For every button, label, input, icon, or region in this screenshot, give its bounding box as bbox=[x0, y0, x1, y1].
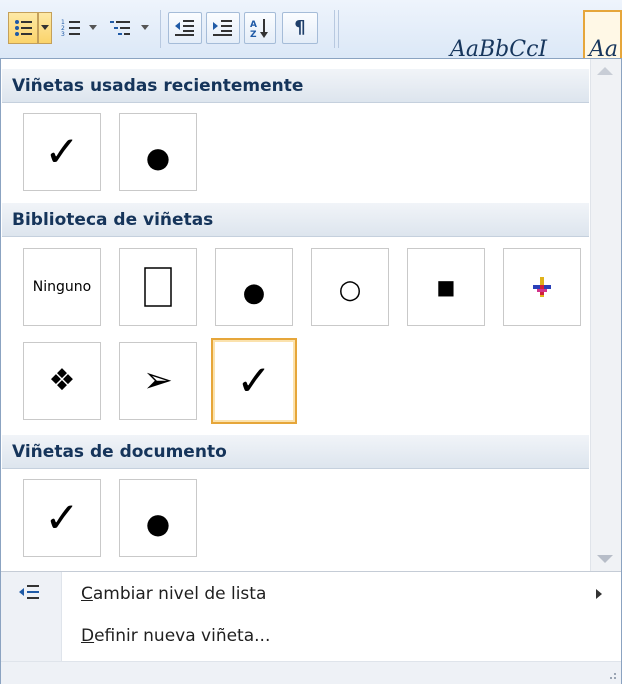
sort-icon: A Z bbox=[250, 19, 268, 39]
accelerator-key: C bbox=[81, 584, 93, 604]
arrowhead-bullet-icon: ➢ bbox=[142, 360, 174, 401]
pilcrow-icon: ¶ bbox=[294, 17, 306, 38]
style-preview-normal[interactable]: AaBbCcI bbox=[450, 10, 580, 64]
svg-text:A: A bbox=[250, 20, 257, 30]
menu-item-label: efinir nueva viñeta... bbox=[94, 626, 271, 646]
bullet-option-arrowhead[interactable]: ➢ bbox=[119, 342, 197, 420]
decrease-indent-icon bbox=[175, 20, 194, 36]
define-new-bullet-item[interactable]: Definir nueva viñeta... bbox=[63, 616, 608, 656]
bullet-option-hollow-rect[interactable] bbox=[119, 248, 197, 326]
bullet-option-square[interactable]: ■ bbox=[407, 248, 485, 326]
square-bullet-icon: ■ bbox=[436, 275, 456, 299]
circle-bullet-icon: ○ bbox=[338, 275, 362, 305]
numbering-dropdown-button[interactable] bbox=[86, 12, 100, 44]
section-header-document: Viñetas de documento bbox=[2, 435, 589, 469]
increase-indent-icon bbox=[213, 20, 232, 36]
section-title: Viñetas de documento bbox=[12, 442, 227, 462]
none-label: Ninguno bbox=[32, 279, 92, 295]
section-title: Viñetas usadas recientemente bbox=[12, 76, 304, 96]
change-list-level-item[interactable]: Cambiar nivel de lista bbox=[63, 574, 608, 614]
increase-indent-button[interactable] bbox=[206, 12, 240, 44]
bullet-library-dropdown: Viñetas usadas recientemente ✓ ● Bibliot… bbox=[0, 58, 622, 684]
resize-grip-icon bbox=[610, 673, 616, 679]
svg-text:Z: Z bbox=[250, 30, 257, 39]
color-cross-bullet-icon bbox=[533, 277, 551, 297]
hollow-rectangle-bullet-icon bbox=[144, 267, 172, 307]
decrease-indent-button[interactable] bbox=[168, 12, 202, 44]
bullet-option-diamonds[interactable]: ❖ bbox=[23, 342, 101, 420]
bullet-option-check[interactable]: ✓ bbox=[23, 479, 101, 557]
bullets-icon bbox=[15, 20, 32, 36]
diamonds-bullet-icon: ❖ bbox=[48, 363, 76, 398]
bullet-option-dot[interactable]: ● bbox=[119, 113, 197, 191]
check-bullet-icon: ✓ bbox=[44, 127, 80, 176]
multilevel-list-icon bbox=[110, 21, 130, 35]
section-header-recent: Viñetas usadas recientemente bbox=[2, 69, 589, 103]
scroll-down-icon[interactable] bbox=[597, 555, 613, 563]
submenu-arrow-icon bbox=[596, 589, 602, 599]
style-preview-selected[interactable]: Aa bbox=[583, 10, 622, 64]
dropdown-icon bbox=[41, 25, 49, 30]
dropdown-icon bbox=[89, 25, 97, 30]
bullets-dropdown-button[interactable] bbox=[38, 12, 52, 44]
resize-grip[interactable] bbox=[1, 661, 621, 684]
gallery-scrollbar[interactable] bbox=[590, 59, 621, 571]
multilevel-list-button[interactable] bbox=[104, 12, 138, 44]
multilevel-dropdown-button[interactable] bbox=[138, 12, 152, 44]
svg-text:3: 3 bbox=[61, 31, 65, 38]
dropdown-icon bbox=[141, 25, 149, 30]
check-bullet-icon: ✓ bbox=[236, 356, 272, 405]
ribbon-toolbar: 1 2 3 A Z ¶ AaBbCcI Aa bbox=[0, 0, 622, 66]
show-formatting-button[interactable]: ¶ bbox=[282, 12, 318, 44]
bullet-option-check[interactable]: ✓ bbox=[23, 113, 101, 191]
toolbar-separator bbox=[160, 10, 161, 48]
sort-button[interactable]: A Z bbox=[244, 12, 276, 44]
toolbar-separator bbox=[334, 10, 335, 48]
dot-bullet-icon: ● bbox=[145, 507, 171, 540]
bullet-option-color-cross[interactable] bbox=[503, 248, 581, 326]
bullets-button[interactable] bbox=[8, 12, 38, 44]
bullet-option-check-selected[interactable]: ✓ bbox=[211, 338, 297, 424]
numbering-button[interactable]: 1 2 3 bbox=[56, 12, 86, 44]
menu-item-label: ambiar nivel de lista bbox=[92, 584, 267, 604]
section-title: Biblioteca de viñetas bbox=[12, 210, 214, 230]
bullet-option-dot[interactable]: ● bbox=[215, 248, 293, 326]
numbering-icon: 1 2 3 bbox=[61, 19, 80, 38]
dot-bullet-icon: ● bbox=[145, 141, 171, 174]
dot-bullet-icon: ● bbox=[242, 278, 266, 308]
check-bullet-icon: ✓ bbox=[44, 493, 80, 542]
bullet-menu-commands: Cambiar nivel de lista Definir nueva viñ… bbox=[1, 571, 621, 684]
change-list-level-icon bbox=[19, 585, 39, 599]
accelerator-key: D bbox=[81, 626, 95, 646]
toolbar-separator bbox=[338, 10, 339, 48]
bullet-option-circle[interactable]: ○ bbox=[311, 248, 389, 326]
bullet-option-none[interactable]: Ninguno bbox=[23, 248, 101, 326]
section-header-library: Biblioteca de viñetas bbox=[2, 203, 589, 237]
scroll-up-icon[interactable] bbox=[597, 67, 613, 75]
bullet-option-dot[interactable]: ● bbox=[119, 479, 197, 557]
